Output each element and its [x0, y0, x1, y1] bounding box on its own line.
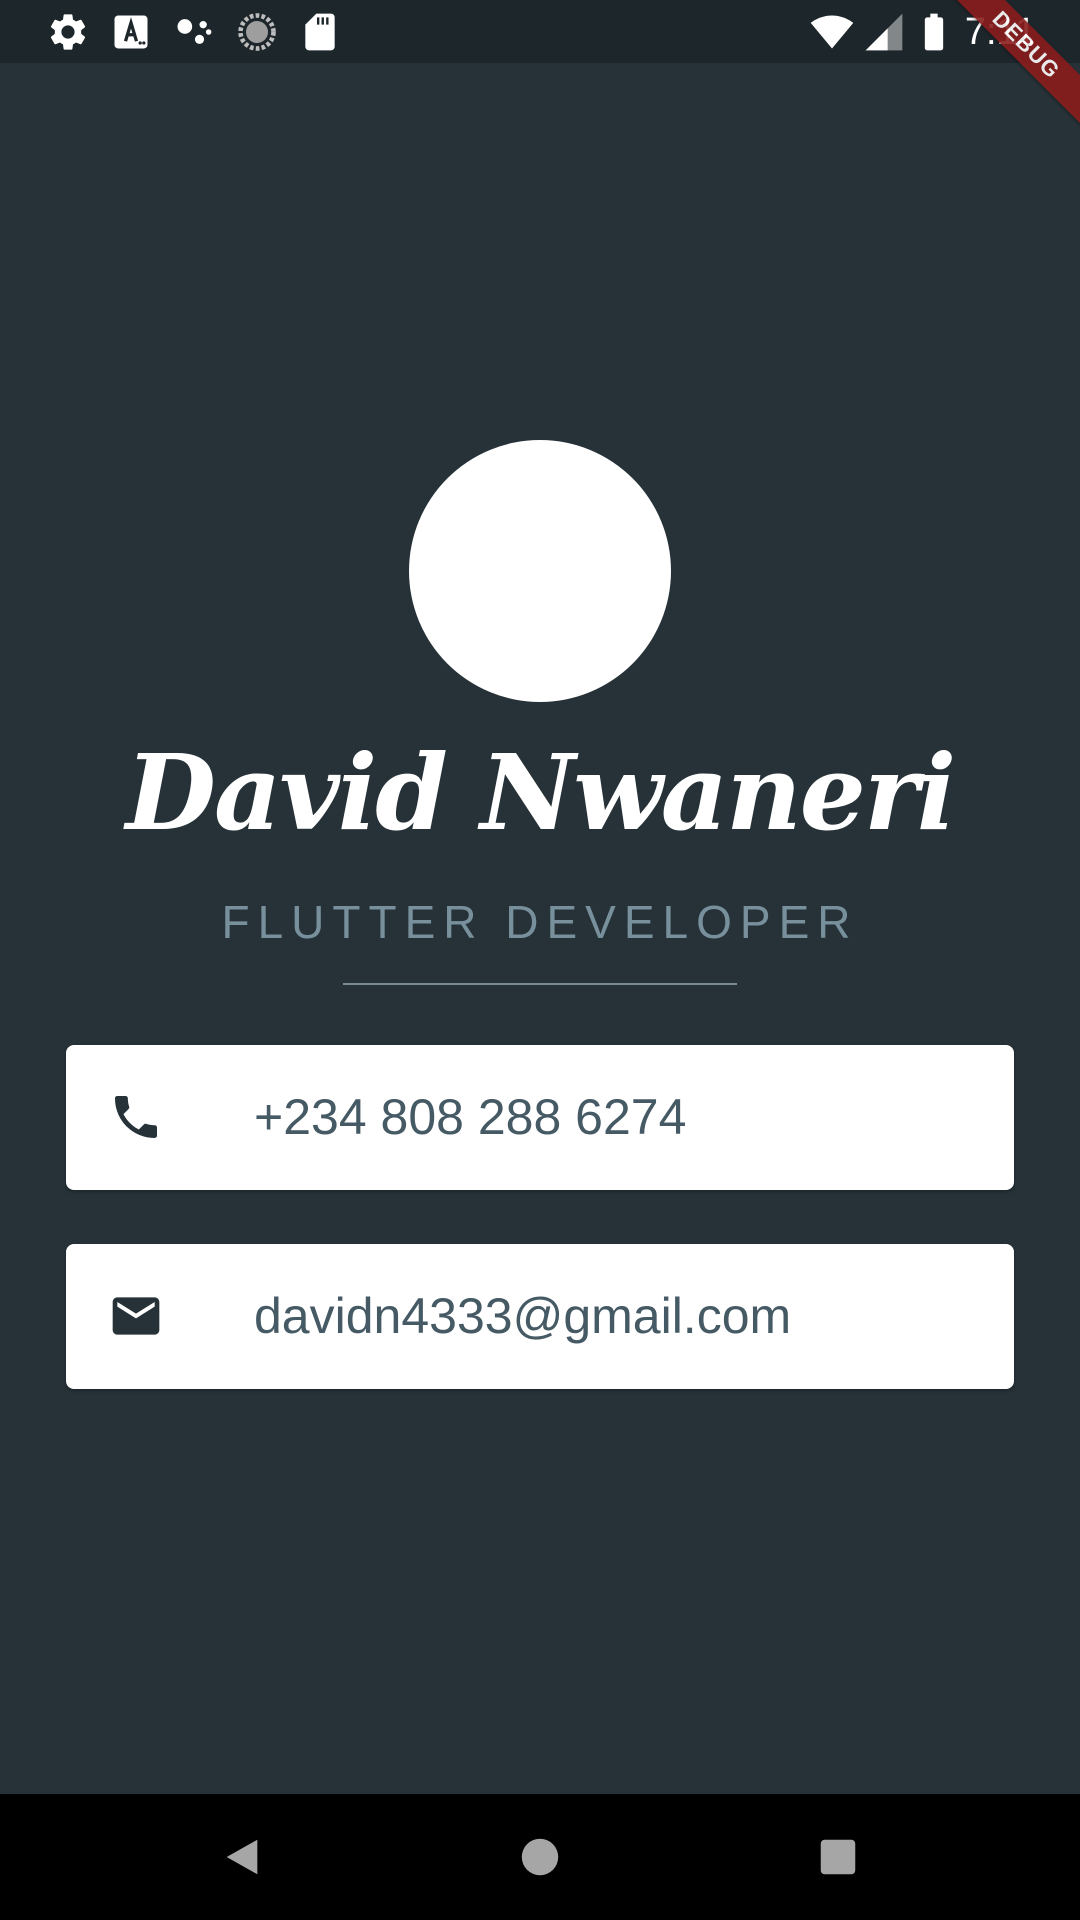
home-icon[interactable]: [517, 1834, 563, 1880]
navigation-bar: [0, 1794, 1080, 1920]
back-icon[interactable]: [219, 1834, 265, 1880]
battery-icon: [924, 13, 944, 51]
gear-icon: [50, 14, 86, 50]
sync-circle-icon: [238, 13, 276, 51]
divider: [343, 983, 737, 985]
status-bar: 7:11: [0, 0, 1080, 63]
phone-card[interactable]: +234 808 288 6274: [66, 1045, 1014, 1190]
phone-number: +234 808 288 6274: [254, 1089, 687, 1145]
mail-icon: [112, 1297, 160, 1335]
assistant-dots-icon: [177, 19, 212, 44]
phone-icon: [115, 1096, 157, 1138]
font-a-icon: [114, 15, 148, 49]
wifi-icon: [810, 15, 854, 49]
email-card[interactable]: davidn4333@gmail.com: [66, 1244, 1014, 1389]
recents-icon[interactable]: [815, 1834, 861, 1880]
sd-card-icon: [305, 13, 335, 51]
profile-title: FLUTTER DEVELOPER: [221, 896, 859, 948]
screen: 7:11 DEBUG David Nwaneri FLUTTER DEVELOP…: [0, 0, 1080, 1920]
profile-name: David Nwaneri: [125, 731, 957, 854]
avatar: [409, 440, 671, 702]
email-address: davidn4333@gmail.com: [254, 1288, 792, 1344]
signal-icon: [865, 13, 903, 51]
